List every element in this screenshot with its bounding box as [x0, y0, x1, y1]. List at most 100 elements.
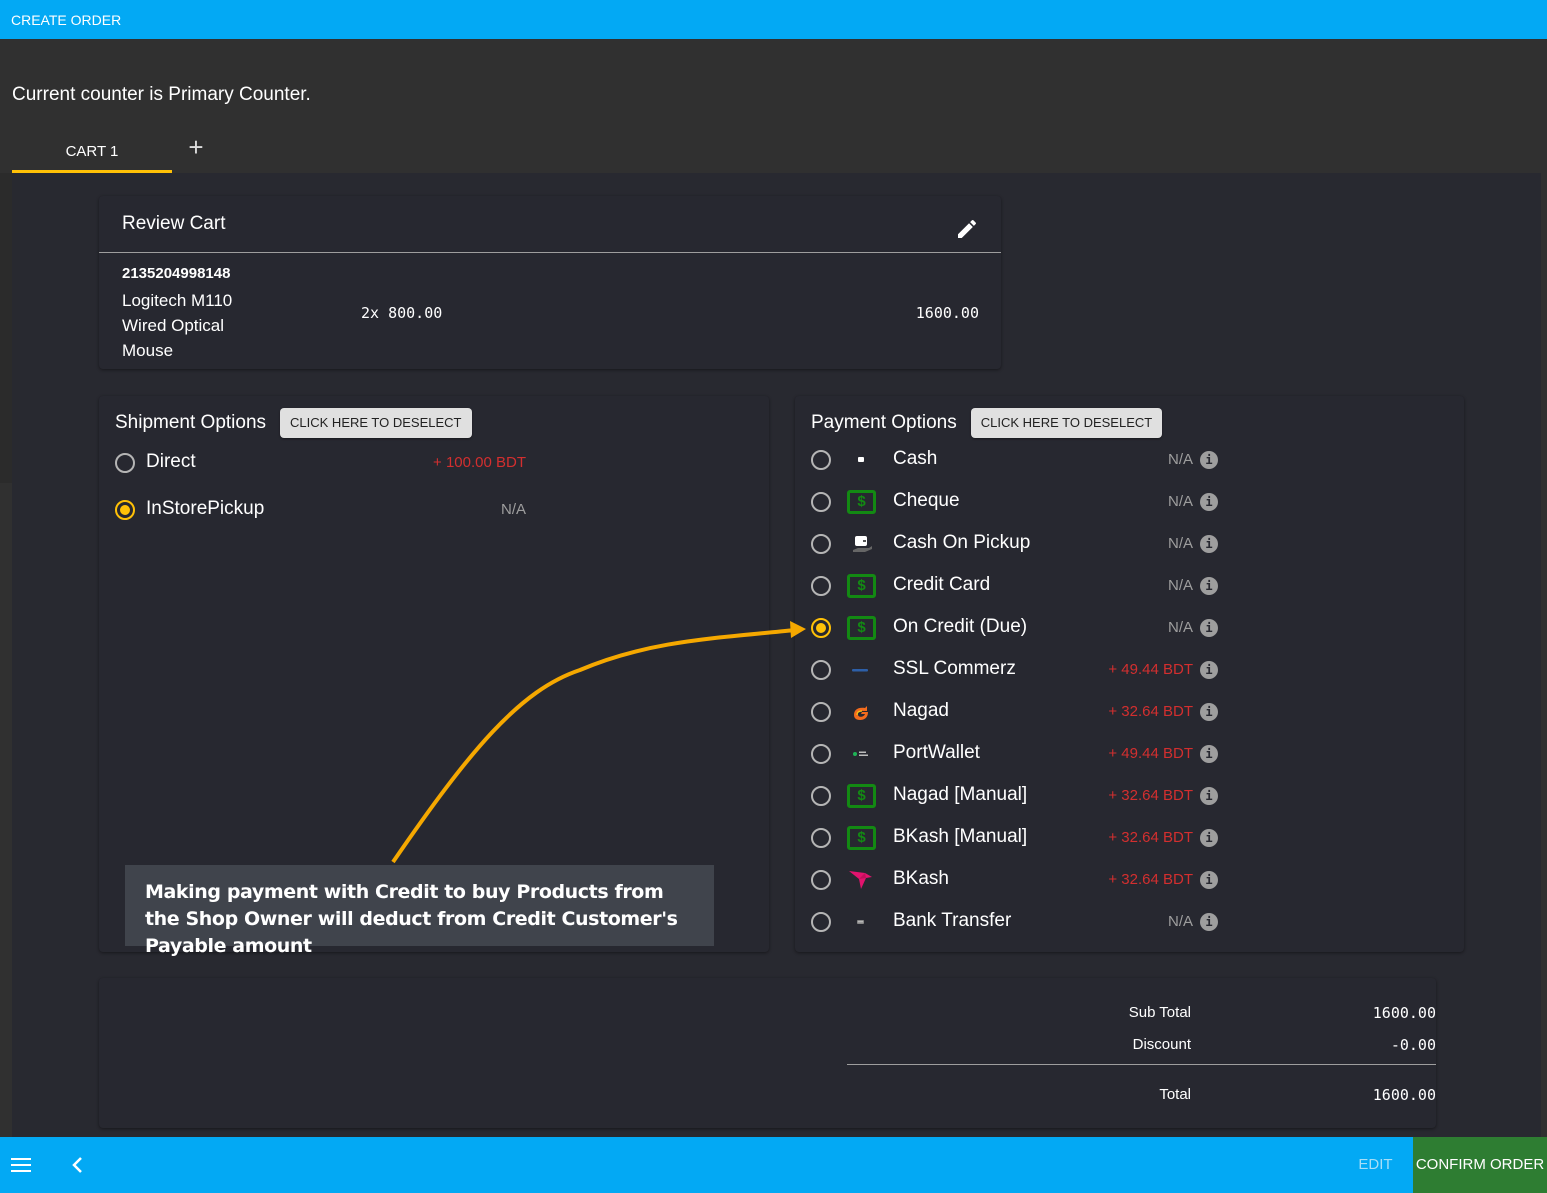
payment-option-cash[interactable]: Cash N/A i: [795, 445, 1464, 475]
info-icon[interactable]: i: [1200, 745, 1218, 763]
summary-value: 1600.00: [1372, 1004, 1436, 1022]
left-strip: [0, 173, 12, 483]
payment-option-bank-transfer[interactable]: Bank Transfer N/A i: [795, 907, 1464, 937]
summary-value: 1600.00: [1372, 1086, 1436, 1104]
radio-button[interactable]: [811, 450, 831, 470]
edit-pencil-icon[interactable]: [955, 217, 979, 241]
radio-button[interactable]: [811, 492, 831, 512]
radio-button[interactable]: [811, 912, 831, 932]
payment-option-label: Nagad: [893, 700, 949, 721]
info-icon[interactable]: i: [1200, 577, 1218, 595]
payment-option-label: Nagad [Manual]: [893, 784, 1028, 805]
sslcommerz-logo-icon: [852, 669, 868, 672]
summary-row-discount: Discount -0.00: [836, 1033, 1436, 1057]
shipment-option-direct[interactable]: Direct + 100.00 BDT: [99, 448, 769, 478]
review-cart-card: Review Cart 2135204998148 Logitech M110 …: [99, 196, 1001, 369]
add-cart-tab-button[interactable]: +: [172, 126, 220, 173]
shipment-option-price: + 100.00 BDT: [433, 454, 526, 471]
info-icon[interactable]: i: [1200, 619, 1218, 637]
payment-option-label: BKash [Manual]: [893, 826, 1028, 847]
counter-message: Current counter is Primary Counter.: [12, 84, 311, 105]
review-cart-header: Review Cart: [99, 196, 1001, 253]
payment-option-price: N/A: [1167, 535, 1193, 552]
info-icon[interactable]: i: [1200, 535, 1218, 553]
info-icon[interactable]: i: [1200, 913, 1218, 931]
payment-option-nagad-manual[interactable]: $ Nagad [Manual] + 32.64 BDT i: [795, 781, 1464, 811]
shipment-header: Shipment Options CLICK HERE TO DESELECT: [115, 408, 472, 438]
summary-label: Discount: [1132, 1036, 1191, 1053]
summary-label: Total: [1159, 1086, 1191, 1103]
payment-option-bkash-manual[interactable]: $ BKash [Manual] + 32.64 BDT i: [795, 823, 1464, 853]
shipment-title: Shipment Options: [115, 412, 267, 433]
radio-button[interactable]: [811, 660, 831, 680]
order-summary-card: Sub Total 1600.00 Discount -0.00 Total 1…: [99, 978, 1436, 1128]
shipment-option-label: InStorePickup: [146, 498, 265, 519]
payment-option-portwallet[interactable]: PortWallet + 49.44 BDT i: [795, 739, 1464, 769]
info-icon[interactable]: i: [1200, 787, 1218, 805]
summary-row-subtotal: Sub Total 1600.00: [836, 1001, 1436, 1025]
bank-transfer-icon: [857, 920, 864, 924]
payment-option-price: N/A: [1167, 451, 1193, 468]
payment-deselect-button[interactable]: CLICK HERE TO DESELECT: [970, 408, 1163, 438]
radio-button[interactable]: [811, 576, 831, 596]
payment-option-label: BKash: [893, 868, 949, 889]
chevron-left-icon[interactable]: [68, 1155, 86, 1175]
radio-button[interactable]: [811, 744, 831, 764]
payment-option-on-credit-due[interactable]: $ On Credit (Due) N/A i: [795, 613, 1464, 643]
payment-option-price: N/A: [1167, 619, 1193, 636]
money-icon: $: [847, 574, 876, 598]
portwallet-logo-icon: [853, 751, 868, 756]
payment-option-label: Bank Transfer: [893, 910, 1012, 931]
radio-button[interactable]: [811, 702, 831, 722]
radio-button[interactable]: [811, 828, 831, 848]
tab-cart-1[interactable]: CART 1: [12, 126, 172, 173]
summary-value: -0.00: [1390, 1036, 1436, 1054]
radio-button-selected[interactable]: [115, 500, 135, 520]
radio-button[interactable]: [811, 534, 831, 554]
payment-option-label: Cash On Pickup: [893, 532, 1031, 553]
info-icon[interactable]: i: [1200, 871, 1218, 889]
money-icon: $: [847, 616, 876, 640]
money-icon: $: [847, 784, 876, 808]
money-icon: $: [847, 490, 876, 514]
item-quantity-price: 2x 800.00: [361, 304, 443, 322]
cash-icon: [858, 457, 864, 462]
payment-option-credit-card[interactable]: $ Credit Card N/A i: [795, 571, 1464, 601]
payment-option-label: On Credit (Due): [893, 616, 1028, 637]
payment-option-label: Cash: [893, 448, 938, 469]
info-icon[interactable]: i: [1200, 829, 1218, 847]
payment-option-cheque[interactable]: $ Cheque N/A i: [795, 487, 1464, 517]
cash-on-pickup-icon: [853, 536, 872, 552]
summary-label: Sub Total: [1128, 1004, 1191, 1021]
radio-button-selected[interactable]: [811, 618, 831, 638]
item-sku: 2135204998148: [122, 265, 231, 282]
payment-option-nagad[interactable]: Nagad + 32.64 BDT i: [795, 697, 1464, 727]
summary-row-total: Total 1600.00: [836, 1083, 1436, 1107]
edit-button[interactable]: EDIT: [1338, 1137, 1413, 1193]
radio-button[interactable]: [811, 870, 831, 890]
info-icon[interactable]: i: [1200, 493, 1218, 511]
payment-option-cash-on-pickup[interactable]: Cash On Pickup N/A i: [795, 529, 1464, 559]
info-icon[interactable]: i: [1200, 661, 1218, 679]
cart-tabs: CART 1 +: [12, 126, 220, 173]
radio-button[interactable]: [811, 786, 831, 806]
payment-option-bkash[interactable]: BKash + 32.64 BDT i: [795, 865, 1464, 895]
payment-option-price: N/A: [1167, 493, 1193, 510]
shipment-deselect-button[interactable]: CLICK HERE TO DESELECT: [280, 408, 472, 438]
hamburger-menu-icon[interactable]: [11, 1157, 31, 1173]
payment-option-price: + 32.64 BDT: [1108, 871, 1193, 888]
payment-option-label: Credit Card: [893, 574, 991, 595]
info-icon[interactable]: i: [1200, 451, 1218, 469]
money-icon: $: [847, 826, 876, 850]
payment-option-price: + 32.64 BDT: [1108, 829, 1193, 846]
radio-button[interactable]: [115, 453, 135, 473]
nagad-logo-icon: [854, 706, 868, 720]
item-total: 1600.00: [915, 304, 979, 322]
payment-option-price: + 49.44 BDT: [1108, 661, 1193, 678]
payment-option-ssl-commerz[interactable]: SSL Commerz + 49.44 BDT i: [795, 655, 1464, 685]
cart-line-item: 2135204998148 Logitech M110 Wired Optica…: [99, 253, 1001, 368]
shipment-option-instorepickup[interactable]: InStorePickup N/A: [99, 495, 769, 525]
shipment-option-price: N/A: [500, 501, 526, 518]
confirm-order-button[interactable]: CONFIRM ORDER: [1413, 1137, 1547, 1193]
info-icon[interactable]: i: [1200, 703, 1218, 721]
